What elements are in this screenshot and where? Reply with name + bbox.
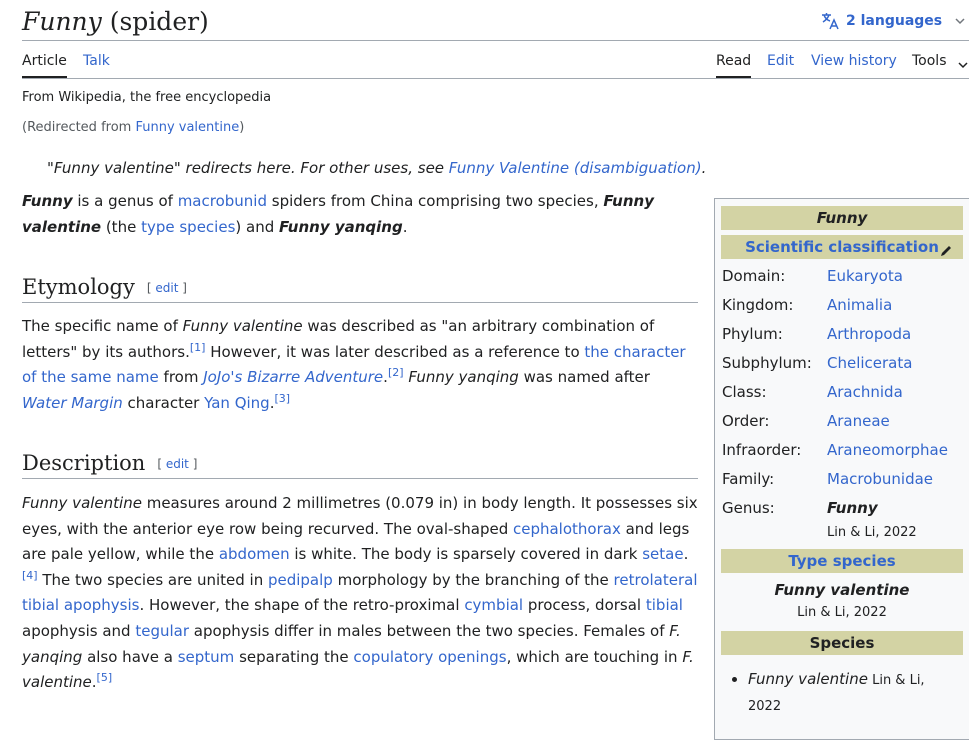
language-count: 2 languages [846,13,943,29]
abdomen-link[interactable]: abdomen [219,545,290,563]
taxon-link[interactable]: Eukaryota [827,266,903,286]
species-header: Species [721,631,963,655]
list-item: Funny valentine Lin & Li, 2022 [748,667,948,719]
citation-link[interactable]: [4] [22,569,38,582]
tabs-divider [22,78,969,79]
tibial-link[interactable]: tibial [646,596,683,614]
jojo-link[interactable]: JoJo's Bizarre Adventure [203,368,383,386]
rank-label: Genus: [722,499,775,517]
cymbial-link[interactable]: cymbial [464,596,523,614]
disambiguation-link[interactable]: Funny Valentine (disambiguation) [449,159,702,177]
cephalothorax-link[interactable]: cephalothorax [513,520,621,538]
rank-label: Subphylum: [722,354,812,372]
scientific-classification-header: Scientific classification [721,235,963,259]
citation-link[interactable]: [5] [97,671,113,684]
translate-icon [820,11,840,31]
rank-label: Kingdom: [722,296,794,314]
copulatory-openings-link[interactable]: copulatory openings [353,648,506,666]
tab-talk[interactable]: Talk [83,52,110,70]
redirect-note: (Redirected from Funny valentine) [22,120,245,135]
taxobox: Funny Scientific classification Domain: … [714,198,969,740]
rank-label: Family: [722,470,775,488]
citation-link[interactable]: [3] [274,392,290,405]
rank-label: Phylum: [722,325,783,343]
macrobunid-link[interactable]: macrobunid [178,192,267,210]
genus-authority: Lin & Li, 2022 [827,525,917,540]
edit-pencil-icon[interactable] [939,241,953,265]
taxobox-title: Funny [721,206,963,230]
redirect-link[interactable]: Funny valentine [135,120,239,135]
species-list: Funny valentine Lin & Li, 2022 [722,667,948,719]
title-divider [22,40,969,41]
taxon-link[interactable]: Araneomorphae [827,440,948,460]
etymology-paragraph: The specific name of Funny valentine was… [22,317,686,412]
type-species-link[interactable]: Type species [788,552,895,570]
etymology-heading: Etymology[ edit ] [22,272,698,303]
page-tabs: Article Talk Read Edit View history Tool… [22,44,969,78]
tab-article[interactable]: Article [22,52,67,78]
intro-paragraph: Funny is a genus of macrobunid spiders f… [22,192,654,236]
setae-link[interactable]: setae [642,545,683,563]
rank-label: Domain: [722,267,786,285]
taxon-link[interactable]: Animalia [827,295,892,315]
taxon-link[interactable]: Araneae [827,411,890,431]
type-species-link[interactable]: type species [141,218,235,236]
tegular-link[interactable]: tegular [135,622,189,640]
tools-menu[interactable]: Tools [912,52,947,70]
taxon-link[interactable]: Macrobunidae [827,469,933,489]
language-button[interactable]: 2 languages [820,10,966,32]
water-margin-link[interactable]: Water Margin [22,394,123,412]
hatnote: "Funny valentine" redirects here. For ot… [47,159,707,177]
type-species-name: Funny valentine [774,581,910,599]
chevron-down-icon [954,15,966,27]
edit-section-link[interactable]: [ edit ] [147,281,187,295]
tab-read[interactable]: Read [716,52,752,78]
genus-name: Funny [827,499,878,517]
citation-link[interactable]: [2] [388,366,404,379]
taxon-link[interactable]: Arthropoda [827,324,911,344]
tab-view-history[interactable]: View history [811,52,897,70]
description-heading: Description[ edit ] [22,448,698,479]
pedipalp-link[interactable]: pedipalp [268,571,333,589]
septum-link[interactable]: septum [178,648,235,666]
taxon-link[interactable]: Arachnida [827,382,903,402]
yan-qing-link[interactable]: Yan Qing [204,394,270,412]
description-paragraph: Funny valentine measures around 2 millim… [22,494,698,692]
citation-link[interactable]: [1] [190,341,206,354]
rank-label: Order: [722,412,770,430]
edit-section-link[interactable]: [ edit ] [157,457,197,471]
type-species-header: Type species [721,549,963,573]
rank-label: Class: [722,383,767,401]
tagline: From Wikipedia, the free encyclopedia [22,90,272,105]
scientific-classification-link[interactable]: Scientific classification [745,238,939,256]
type-species-authority: Lin & Li, 2022 [797,605,887,620]
page-title: Funny (spider) [22,7,209,36]
taxon-link[interactable]: Chelicerata [827,353,912,373]
tab-edit[interactable]: Edit [767,52,794,70]
rank-label: Infraorder: [722,441,802,459]
chevron-down-icon [957,56,969,75]
